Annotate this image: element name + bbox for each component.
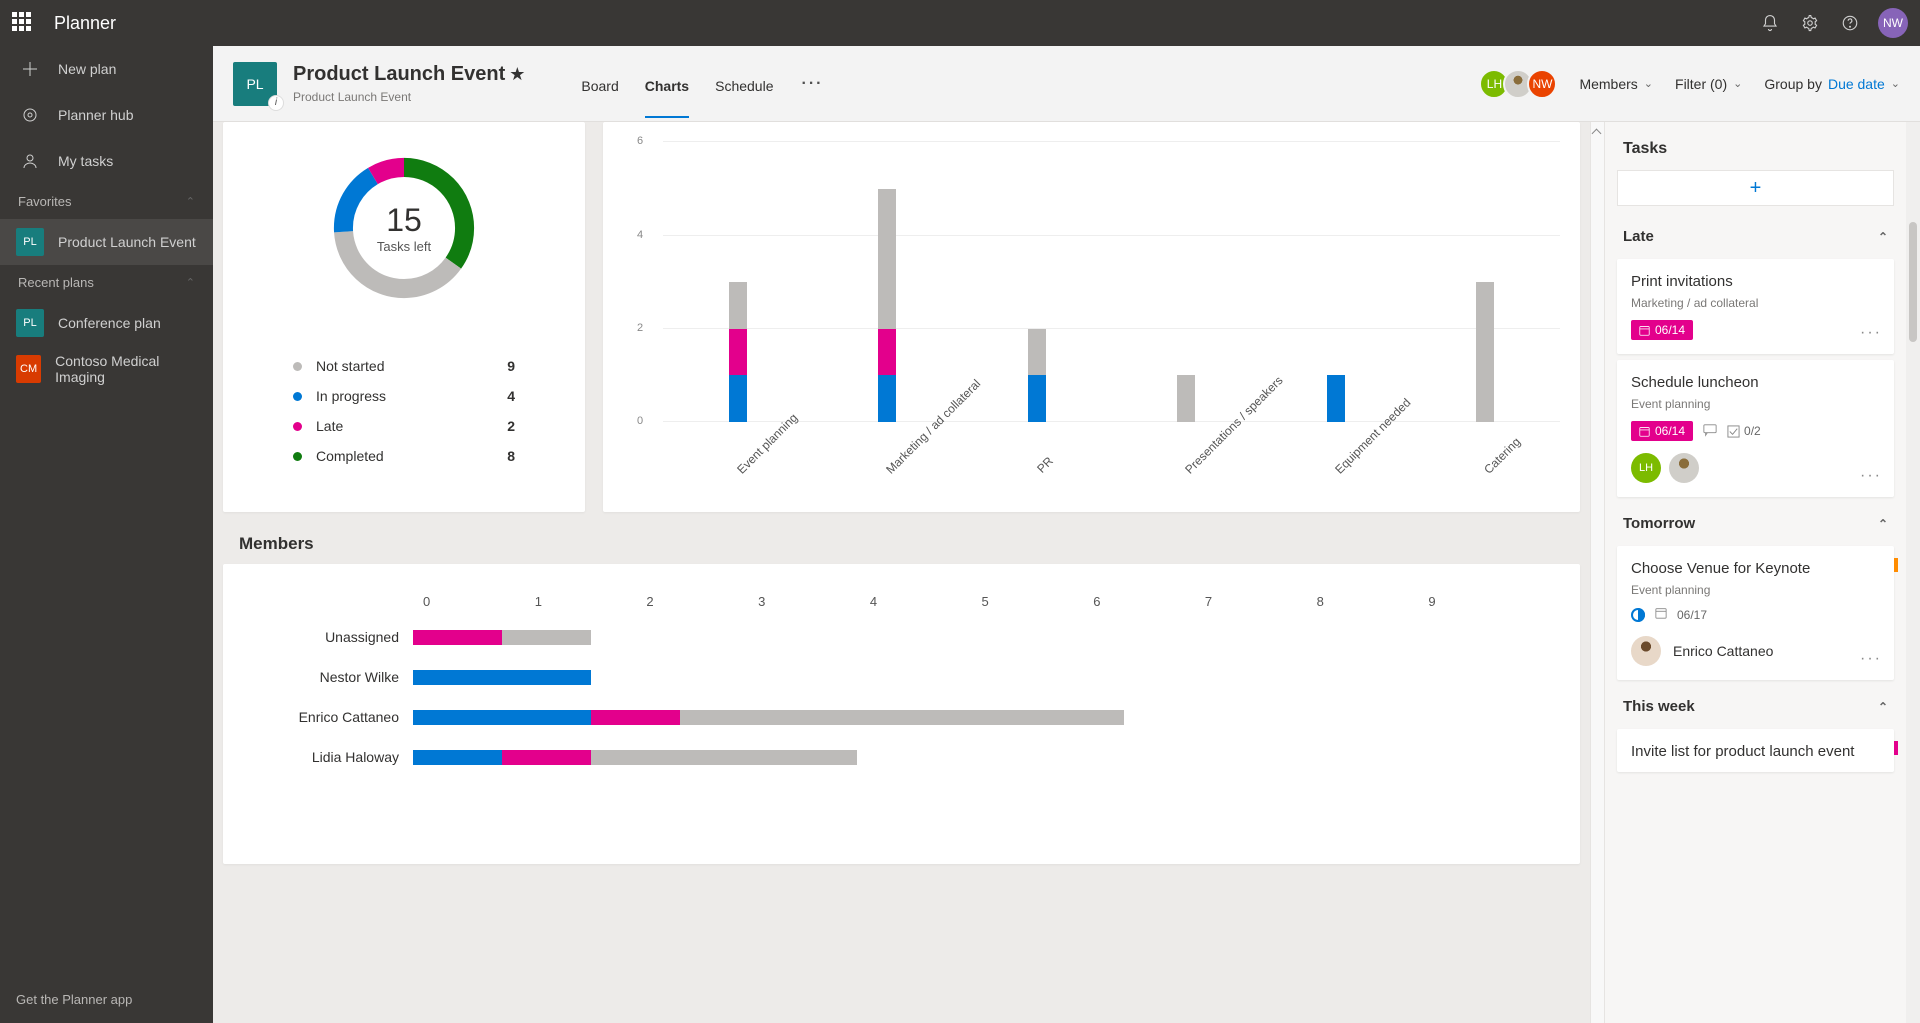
tomorrow-section-header[interactable]: Tomorrow ⌃ <box>1615 503 1896 540</box>
thisweek-section-header[interactable]: This week ⌃ <box>1615 686 1896 723</box>
comment-icon <box>1703 423 1717 440</box>
charts-area: 15 Tasks left Not started9 In progress4 … <box>213 122 1590 1023</box>
chevron-down-icon: ⌄ <box>1891 77 1900 90</box>
progress-icon <box>1631 608 1645 622</box>
tab-schedule[interactable]: Schedule <box>715 50 773 118</box>
calendar-icon <box>1655 607 1667 622</box>
plan-title: Product Launch Event <box>293 63 505 86</box>
donut-center-value: 15 <box>386 202 422 239</box>
bucket-chart-card: 0 2 4 6 <box>603 122 1580 512</box>
chevron-up-icon[interactable]: ⌃ <box>1878 700 1888 714</box>
members-chart-card: 0123456789 Unassigned Nestor Wilke Enric… <box>223 564 1580 864</box>
favorite-star-icon[interactable]: ★ <box>509 64 525 85</box>
status-donut: 15 Tasks left <box>324 148 484 308</box>
chevron-up-icon[interactable]: ⌃ <box>1878 517 1888 531</box>
app-launcher-icon[interactable] <box>12 12 34 34</box>
info-icon[interactable]: i <box>269 96 283 110</box>
add-task-button[interactable]: + <box>1617 170 1894 206</box>
filter-dropdown[interactable]: Filter (0) ⌄ <box>1675 76 1742 92</box>
global-top-bar: Planner NW <box>0 0 1920 46</box>
assignee-avatar <box>1669 453 1699 483</box>
recent-plan-item[interactable]: PL Conference plan <box>0 300 213 346</box>
status-legend: Not started9 In progress4 Late2 Complete… <box>243 358 565 478</box>
category-stripe <box>1894 558 1898 572</box>
tasks-scrollbar[interactable] <box>1906 122 1920 1023</box>
member-avatar[interactable]: NW <box>1527 69 1557 99</box>
person-icon <box>20 151 40 171</box>
task-card[interactable]: Print invitations Marketing / ad collate… <box>1617 259 1894 354</box>
due-date-pill: 06/14 <box>1631 320 1693 340</box>
task-card[interactable]: Choose Venue for Keynote Event planning … <box>1617 546 1894 680</box>
task-card[interactable]: Invite list for product launch event <box>1617 729 1894 772</box>
members-section-title: Members <box>239 534 1580 554</box>
hub-icon <box>20 105 40 125</box>
my-tasks-link[interactable]: My tasks <box>0 138 213 184</box>
task-more-icon[interactable]: ··· <box>1860 467 1882 485</box>
assignee-avatar <box>1631 636 1661 666</box>
bucket-bars <box>663 142 1560 422</box>
groupby-dropdown[interactable]: Group by Due date ⌄ <box>1764 76 1900 92</box>
account-avatar[interactable]: NW <box>1878 8 1908 38</box>
category-stripe <box>1894 741 1898 755</box>
donut-center-label: Tasks left <box>377 239 431 254</box>
plan-label: Conference plan <box>58 315 161 331</box>
planner-hub-label: Planner hub <box>58 107 134 123</box>
plan-tile: CM <box>16 355 41 383</box>
my-tasks-label: My tasks <box>58 153 113 169</box>
tasks-side-panel: Tasks + Late ⌃ Print invitations Marketi… <box>1604 122 1920 1023</box>
tasks-panel-title: Tasks <box>1615 122 1896 170</box>
task-card[interactable]: Schedule luncheon Event planning 06/14 <box>1617 360 1894 497</box>
favorite-plan-item[interactable]: PL Product Launch Event <box>0 219 213 265</box>
help-icon[interactable] <box>1830 3 1870 43</box>
task-more-icon[interactable]: ··· <box>1860 650 1882 668</box>
members-dropdown[interactable]: Members ⌄ <box>1579 76 1653 92</box>
recent-plan-item[interactable]: CM Contoso Medical Imaging <box>0 346 213 392</box>
charts-scrollbar[interactable] <box>1590 122 1604 1023</box>
more-menu-icon[interactable]: ··· <box>802 75 824 93</box>
due-date-pill: 06/14 <box>1631 421 1693 441</box>
plan-tile: PL <box>16 309 44 337</box>
late-section-header[interactable]: Late ⌃ <box>1615 216 1896 253</box>
new-plan-button[interactable]: New plan <box>0 46 213 92</box>
plan-header: PL i Product Launch Event ★ Product Laun… <box>213 46 1920 122</box>
new-plan-label: New plan <box>58 61 116 77</box>
settings-icon[interactable] <box>1790 3 1830 43</box>
status-chart-card: 15 Tasks left Not started9 In progress4 … <box>223 122 585 512</box>
chevron-up-icon[interactable]: ⌃ <box>186 276 195 289</box>
plan-badge: PL i <box>233 62 277 106</box>
checklist-indicator: 0/2 <box>1727 424 1761 438</box>
assignee-name: Enrico Cattaneo <box>1673 643 1773 659</box>
plan-member-avatars[interactable]: LH NW <box>1485 69 1557 99</box>
left-nav: New plan Planner hub My tasks Favorites … <box>0 46 213 1023</box>
tab-charts[interactable]: Charts <box>645 50 689 118</box>
plan-tile: PL <box>16 228 44 256</box>
chevron-down-icon: ⌄ <box>1644 77 1653 90</box>
get-app-link[interactable]: Get the Planner app <box>0 976 213 1023</box>
plus-icon <box>20 59 40 79</box>
chevron-up-icon[interactable]: ⌃ <box>1878 230 1888 244</box>
planner-hub-link[interactable]: Planner hub <box>0 92 213 138</box>
plan-label: Product Launch Event <box>58 234 196 250</box>
task-more-icon[interactable]: ··· <box>1860 324 1882 342</box>
plan-subtitle: Product Launch Event <box>293 90 525 104</box>
assignee-avatar: LH <box>1631 453 1661 483</box>
tab-board[interactable]: Board <box>581 50 618 118</box>
plan-label: Contoso Medical Imaging <box>55 353 197 385</box>
recent-section-header[interactable]: Recent plans ⌃ <box>0 265 213 300</box>
notifications-icon[interactable] <box>1750 3 1790 43</box>
chevron-up-icon[interactable]: ⌃ <box>186 195 195 208</box>
app-name: Planner <box>54 13 116 34</box>
chevron-down-icon: ⌄ <box>1733 77 1742 90</box>
favorites-section-header[interactable]: Favorites ⌃ <box>0 184 213 219</box>
